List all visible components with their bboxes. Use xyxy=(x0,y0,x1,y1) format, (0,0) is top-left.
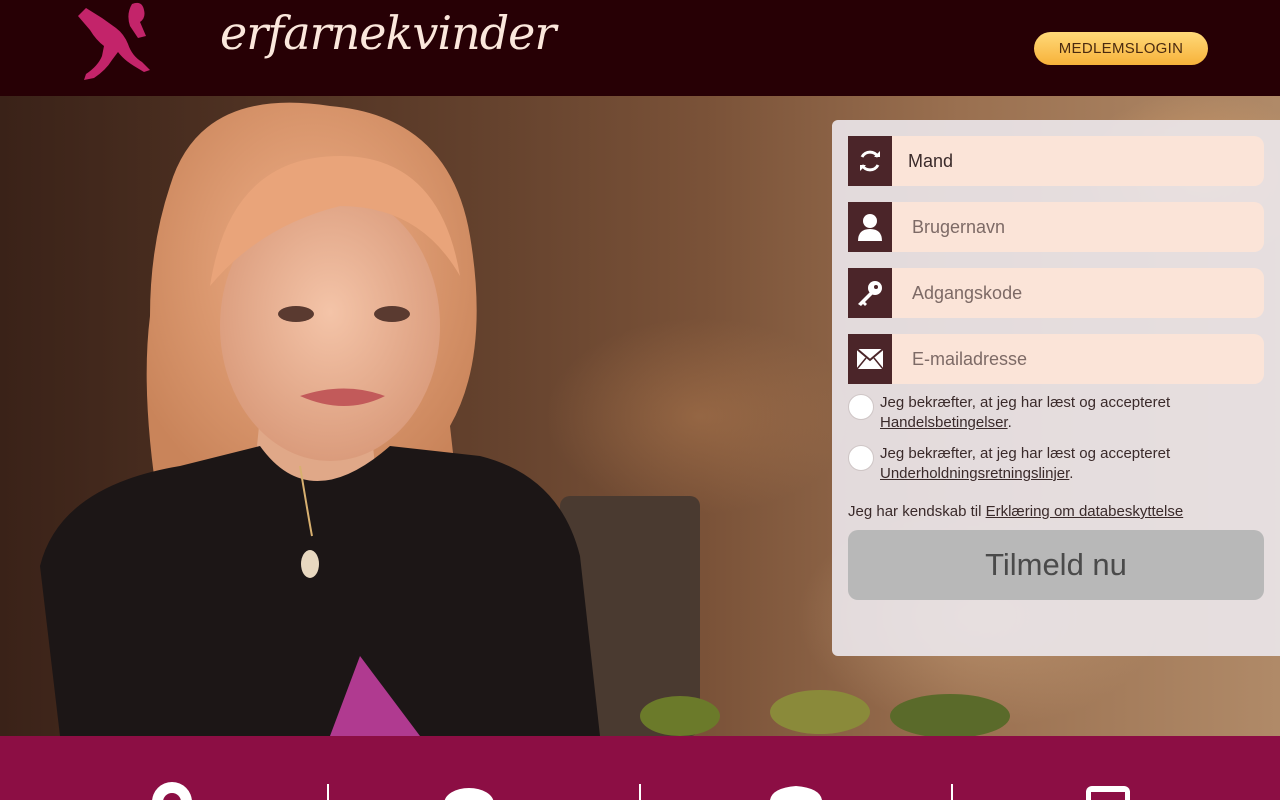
privacy-notice: Jeg har kendskab til Erklæring om databe… xyxy=(848,503,1268,520)
site-logo[interactable]: erfarnekvinder xyxy=(72,0,556,86)
terms-link[interactable]: Handelsbetingelser xyxy=(880,414,1008,431)
mobile-phone-icon xyxy=(1086,786,1130,800)
divider xyxy=(327,784,329,800)
entertainment-guidelines-link[interactable]: Underholdningsretningslinjer xyxy=(880,465,1069,482)
envelope-icon xyxy=(848,334,892,384)
terms-consent: Jeg bekræfter, at jeg har læst og accept… xyxy=(848,393,1268,437)
terms-checkbox[interactable] xyxy=(848,394,874,420)
site-header: erfarnekvinder MEDLEMSLOGIN xyxy=(0,0,1280,96)
logo-wordmark: erfarnekvinder xyxy=(220,6,556,60)
username-input[interactable] xyxy=(912,216,1264,238)
foreground-plants xyxy=(640,690,1010,736)
member-login-button[interactable]: MEDLEMSLOGIN xyxy=(1034,32,1208,65)
features-band xyxy=(0,736,1280,800)
divider xyxy=(639,784,641,800)
signup-submit-button[interactable]: Tilmeld nu xyxy=(848,530,1264,600)
key-icon xyxy=(848,268,892,318)
terms-text: Jeg bekræfter, at jeg har læst og accept… xyxy=(880,394,1171,411)
gender-field[interactable]: Mand xyxy=(848,136,1264,186)
entertainment-consent: Jeg bekræfter, at jeg har læst og accept… xyxy=(848,444,1268,488)
entertainment-checkbox[interactable] xyxy=(848,445,874,471)
location-pin-icon xyxy=(152,782,192,800)
email-field[interactable] xyxy=(848,334,1264,384)
entertainment-text: Jeg bekræfter, at jeg har læst og accept… xyxy=(880,445,1171,462)
password-field[interactable] xyxy=(848,268,1264,318)
chat-bubble-icon xyxy=(444,788,494,800)
divider xyxy=(951,784,953,800)
user-icon xyxy=(848,202,892,252)
signup-form: Mand Brugernavn E-mailadresse Jeg bekræf… xyxy=(832,120,1280,656)
email-input[interactable] xyxy=(912,348,1264,370)
username-field[interactable] xyxy=(848,202,1264,252)
refresh-icon xyxy=(848,136,892,186)
hero-woman-photo xyxy=(40,102,700,736)
silhouette-logo-icon xyxy=(78,2,150,80)
gender-select[interactable]: Mand xyxy=(908,151,1260,172)
badge-icon xyxy=(770,786,822,800)
privacy-link[interactable]: Erklæring om databeskyttelse xyxy=(986,503,1184,520)
privacy-text: Jeg har kendskab til xyxy=(848,503,982,520)
password-input[interactable] xyxy=(912,282,1264,304)
